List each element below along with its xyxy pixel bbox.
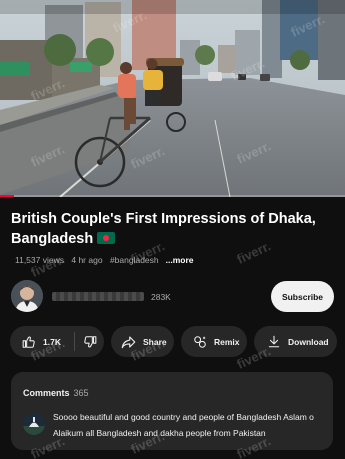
- comments-count: 365: [73, 388, 89, 398]
- commenter-avatar[interactable]: [23, 413, 45, 435]
- commenter-avatar-image: [23, 413, 45, 435]
- action-bar: 1.7K Share Remix Download: [0, 326, 345, 358]
- upload-age: 4 hr ago: [71, 255, 103, 265]
- like-button[interactable]: 1.7K: [10, 326, 74, 357]
- channel-name-redacted[interactable]: [52, 292, 144, 301]
- video-title[interactable]: British Couple's First Impressions of Dh…: [11, 209, 331, 249]
- video-meta-row[interactable]: 11,537 views 4 hr ago #bangladesh ...more: [15, 255, 199, 265]
- like-count: 1.7K: [43, 336, 61, 347]
- video-player[interactable]: [0, 0, 345, 197]
- share-arrow-icon: [121, 335, 136, 348]
- hashtag-link[interactable]: #bangladesh: [110, 255, 159, 265]
- subscribe-button[interactable]: Subscribe: [271, 281, 334, 312]
- remix-icon: [194, 335, 206, 348]
- share-button[interactable]: Share: [111, 326, 174, 357]
- download-label: Download: [288, 336, 329, 347]
- like-dislike-group: 1.7K: [10, 326, 104, 357]
- video-progress-bar[interactable]: [0, 195, 345, 197]
- download-button[interactable]: Download: [254, 326, 337, 357]
- top-comment-text: Soooo beautiful and good country and peo…: [53, 412, 314, 438]
- video-frame-street-scene: [0, 0, 345, 197]
- dislike-button[interactable]: [75, 326, 104, 357]
- video-progress-fill: [0, 195, 14, 197]
- thumbs-up-icon: [22, 336, 35, 348]
- download-icon: [268, 335, 280, 348]
- view-count: 11,537 views: [15, 255, 64, 265]
- remix-button[interactable]: Remix: [181, 326, 247, 357]
- video-watch-page: British Couple's First Impressions of Dh…: [0, 0, 345, 459]
- more-link[interactable]: ...more: [166, 255, 194, 265]
- subscriber-count: 283K: [151, 292, 171, 302]
- comments-title: Comments: [23, 388, 70, 398]
- share-label: Share: [143, 336, 167, 347]
- thumbs-down-icon: [83, 335, 96, 347]
- channel-avatar-image: [11, 280, 43, 312]
- bangladesh-flag-icon: [97, 232, 116, 244]
- comments-card[interactable]: Comments 365 Soooo beautiful and good cou…: [11, 372, 333, 450]
- comments-heading: Comments 365: [23, 388, 89, 398]
- video-title-text: British Couple's First Impressions of Dh…: [11, 211, 316, 247]
- channel-avatar[interactable]: [11, 280, 43, 312]
- remix-label: Remix: [214, 336, 240, 347]
